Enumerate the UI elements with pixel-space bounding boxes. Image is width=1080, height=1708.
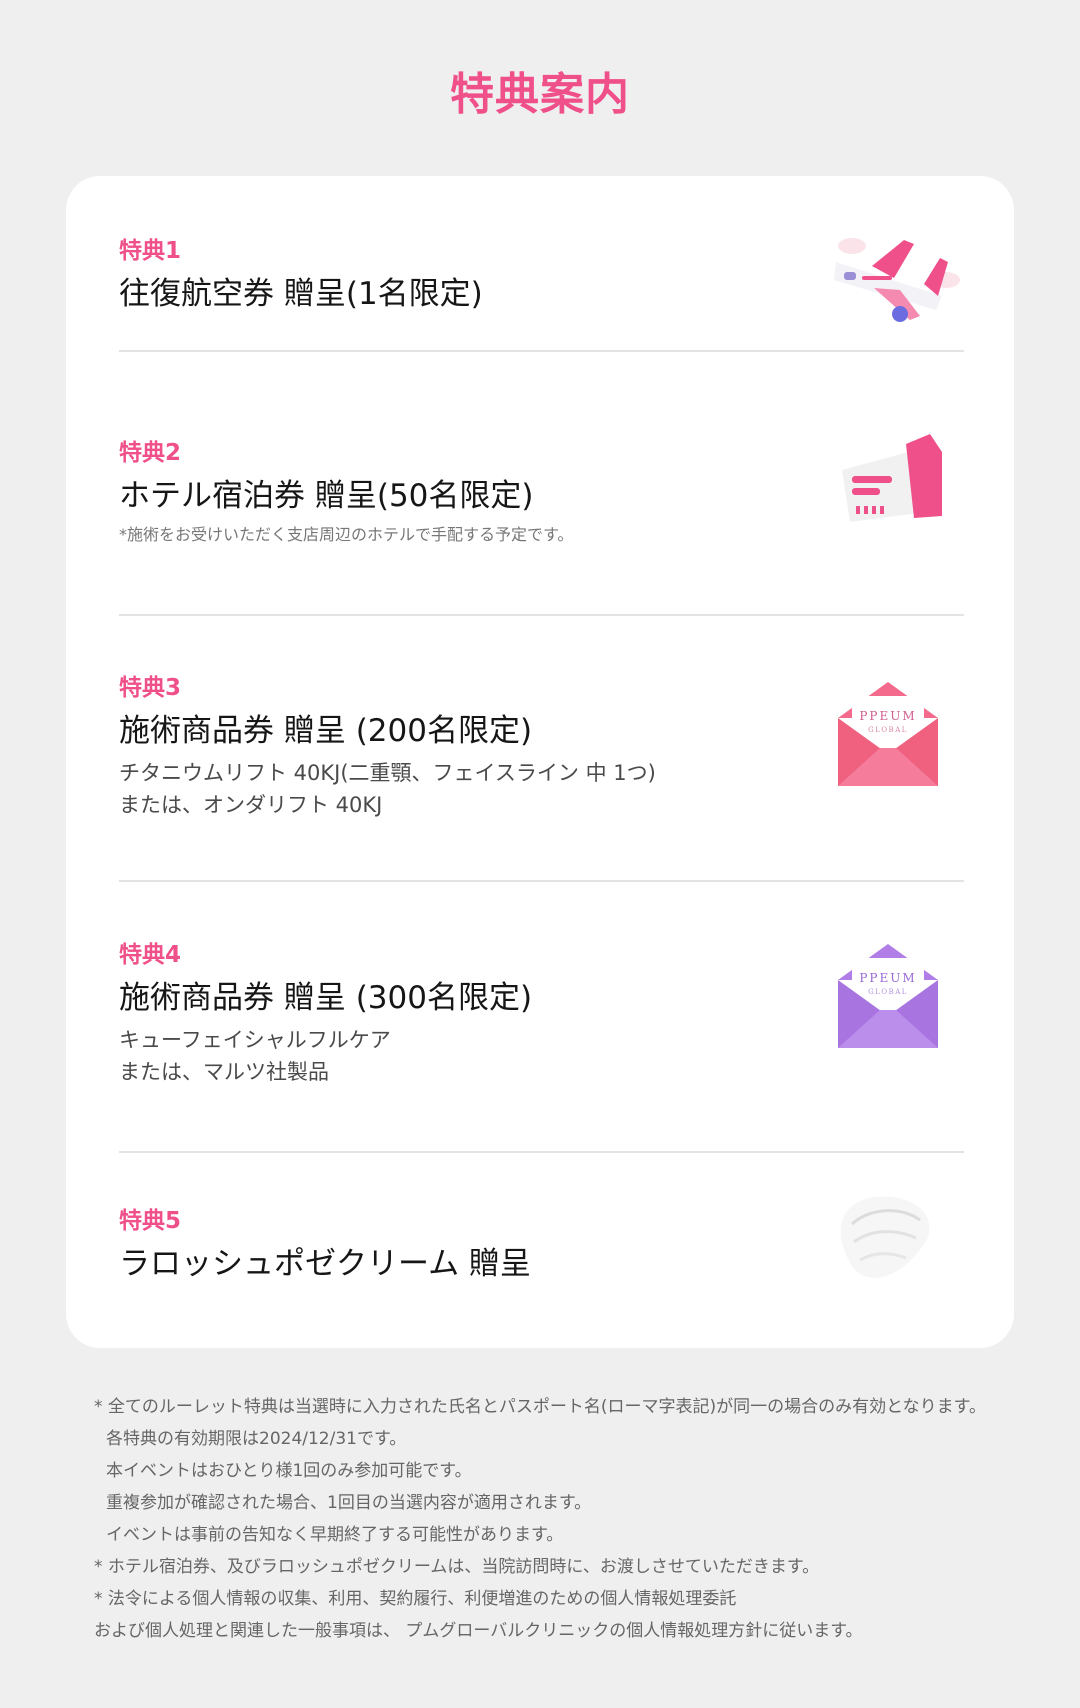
note-line: * 法令による個人情報の収集、利用、契約履行、利便増進のための個人情報処理委託	[94, 1589, 737, 1609]
note-line: 本イベントはおひとり様1回のみ参加可能です。	[106, 1461, 472, 1481]
note-line: および個人処理と関連した一般事項は、 プムグローバルクリニックの個人情報処理方針…	[94, 1621, 863, 1641]
cream-icon	[830, 1186, 940, 1290]
note-line: * ホテル宿泊券、及びラロッシュポゼクリームは、当院訪問時に、お渡しさせていただ…	[94, 1557, 820, 1577]
envelope-brand-subtext: GLOBAL	[868, 988, 908, 996]
divider	[119, 880, 964, 882]
benefit-item-1: 特典1 往復航空券 贈呈(1名限定)	[119, 236, 964, 322]
note-line: 各特典の有効期限は2024/12/31です。	[106, 1429, 407, 1449]
benefit-item-4: 特典4 施術商品券 贈呈 (300名限定) キューフェイシャルフルケア または、…	[119, 940, 964, 1088]
benefit-item-3: 特典3 施術商品券 贈呈 (200名限定) チタニウムリフト 40KJ(二重顎、…	[119, 673, 964, 821]
ticket-icon	[834, 432, 944, 532]
envelope-brand-text: PPEUM	[859, 971, 916, 985]
purple-envelope-icon: PPEUM GLOBAL	[836, 940, 940, 1056]
divider	[119, 350, 964, 352]
page-title: 特典案内	[450, 69, 630, 120]
divider	[119, 614, 964, 616]
airplane-icon	[814, 228, 964, 332]
benefits-card: 特典1 往復航空券 贈呈(1名限定) 特典2 ホテル宿泊券 贈呈(50名限定) …	[66, 176, 1014, 1348]
envelope-brand-subtext: GLOBAL	[868, 726, 908, 734]
pink-envelope-icon: PPEUM GLOBAL	[836, 678, 940, 794]
divider	[119, 1151, 964, 1153]
note-line: イベントは事前の告知なく早期終了する可能性があります。	[106, 1525, 564, 1545]
envelope-brand-text: PPEUM	[859, 709, 916, 723]
note-line: * 全てのルーレット特典は当選時に入力された氏名とパスポート名(ローマ字表記)が…	[94, 1397, 986, 1417]
benefit-desc-line-2: または、マルツ社製品	[119, 1060, 329, 1084]
benefit-item-5: 特典5 ラロッシュポゼクリーム 贈呈	[119, 1196, 964, 1286]
notes-section: * 全てのルーレット特典は当選時に入力された氏名とパスポート名(ローマ字表記)が…	[94, 1391, 1014, 1647]
benefit-item-2: 特典2 ホテル宿泊券 贈呈(50名限定) *施術をお受けいただく支店周辺のホテル…	[119, 434, 964, 548]
note-line: 重複参加が確認された場合、1回目の当選内容が適用されます。	[106, 1493, 592, 1513]
benefits-page: 特典案内 特典1 往復航空券 贈呈(1名限定) 特典2 ホテル宿泊券 贈呈(50…	[0, 0, 1080, 1708]
